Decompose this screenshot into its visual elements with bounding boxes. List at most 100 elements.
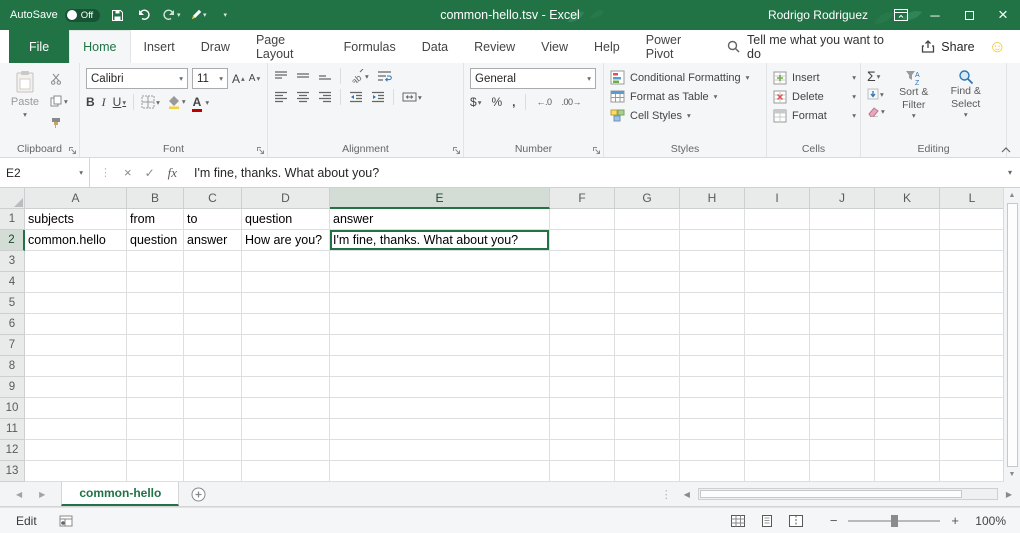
paste-button[interactable]: Paste ▾ [6,68,44,131]
cell-C7[interactable] [184,335,242,356]
cell-L3[interactable] [940,251,1003,272]
comma-style-button[interactable]: , [512,95,515,109]
cell-G10[interactable] [615,398,680,419]
row-header-6[interactable]: 6 [0,314,25,335]
cell-K13[interactable] [875,461,940,482]
row-header-12[interactable]: 12 [0,440,25,461]
tab-file[interactable]: File [9,30,69,63]
percent-style-button[interactable]: % [491,95,502,109]
zoom-slider-thumb[interactable] [891,515,898,527]
share-button[interactable]: Share [907,30,988,63]
cell-G9[interactable] [615,377,680,398]
new-sheet-button[interactable] [179,482,218,506]
cell-H9[interactable] [680,377,745,398]
cell-A13[interactable] [25,461,127,482]
cell-H10[interactable] [680,398,745,419]
tab-draw[interactable]: Draw [188,30,243,63]
cell-G2[interactable] [615,230,680,251]
cell-F7[interactable] [550,335,615,356]
row-header-9[interactable]: 9 [0,377,25,398]
cell-L11[interactable] [940,419,1003,440]
cell-G1[interactable] [615,209,680,230]
cell-A3[interactable] [25,251,127,272]
cell-K10[interactable] [875,398,940,419]
wrap-text-button[interactable] [377,70,392,82]
cell-A2[interactable]: common.hello [25,230,127,251]
tab-formulas[interactable]: Formulas [331,30,409,63]
cell-B2[interactable]: question [127,230,184,251]
cell-F2[interactable] [550,230,615,251]
cell-K6[interactable] [875,314,940,335]
splitter-handle-icon[interactable]: ⋮ [661,488,672,501]
cell-B6[interactable] [127,314,184,335]
cell-D9[interactable] [242,377,330,398]
cell-B10[interactable] [127,398,184,419]
cell-G4[interactable] [615,272,680,293]
undo-button[interactable] [134,4,154,26]
row-header-2[interactable]: 2 [0,230,25,251]
zoom-out-button[interactable]: − [830,513,838,528]
cell-F4[interactable] [550,272,615,293]
cell-A10[interactable] [25,398,127,419]
cell-E5[interactable] [330,293,550,314]
cell-A6[interactable] [25,314,127,335]
align-center-button[interactable] [296,91,310,103]
cell-J5[interactable] [810,293,875,314]
cell-G6[interactable] [615,314,680,335]
align-bottom-button[interactable] [318,70,332,82]
borders-button[interactable]: ▾ [141,95,160,109]
enter-button[interactable]: ✓ [145,166,155,180]
orientation-button[interactable]: ab▾ [349,69,369,83]
sort-filter-button[interactable]: AZ Sort & Filter ▾ [891,68,937,120]
cell-I4[interactable] [745,272,810,293]
tab-review[interactable]: Review [461,30,528,63]
cell-E11[interactable] [330,419,550,440]
alignment-dialog-launcher[interactable] [452,146,461,155]
column-header-G[interactable]: G [615,188,680,209]
cell-E2[interactable]: I'm fine, thanks. What about you? [330,230,550,251]
tell-me-box[interactable]: Tell me what you want to do [717,30,907,63]
horizontal-scroll-thumb[interactable] [700,490,962,498]
cell-D12[interactable] [242,440,330,461]
cell-J2[interactable] [810,230,875,251]
cell-I12[interactable] [745,440,810,461]
cell-L6[interactable] [940,314,1003,335]
cell-H3[interactable] [680,251,745,272]
cell-K5[interactable] [875,293,940,314]
align-top-button[interactable] [274,70,288,82]
copy-button[interactable]: ▾ [50,93,68,109]
cell-I9[interactable] [745,377,810,398]
next-sheet-button[interactable]: ▶ [39,490,45,499]
cell-E12[interactable] [330,440,550,461]
cell-F3[interactable] [550,251,615,272]
cell-H4[interactable] [680,272,745,293]
name-box[interactable]: E2 ▾ [0,158,90,187]
cell-A1[interactable]: subjects [25,209,127,230]
cell-I11[interactable] [745,419,810,440]
collapse-ribbon-button[interactable] [1001,147,1011,153]
cell-D2[interactable]: How are you? [242,230,330,251]
cell-E13[interactable] [330,461,550,482]
cell-C5[interactable] [184,293,242,314]
autosum-button[interactable]: Σ▾ [867,69,885,83]
autosave-toggle[interactable]: Off [65,9,101,22]
increase-decimal-button[interactable]: ←.0 [536,97,551,107]
cell-I5[interactable] [745,293,810,314]
number-dialog-launcher[interactable] [592,146,601,155]
cell-C3[interactable] [184,251,242,272]
cell-I8[interactable] [745,356,810,377]
cell-E6[interactable] [330,314,550,335]
insert-function-button[interactable]: fx [168,165,177,181]
cell-B11[interactable] [127,419,184,440]
font-size-combo[interactable]: 11▾ [192,68,228,89]
cell-G5[interactable] [615,293,680,314]
cell-B9[interactable] [127,377,184,398]
customize-qat-button[interactable]: ▾ [215,4,235,26]
column-header-F[interactable]: F [550,188,615,209]
cell-D7[interactable] [242,335,330,356]
cell-I13[interactable] [745,461,810,482]
cell-D10[interactable] [242,398,330,419]
cell-J9[interactable] [810,377,875,398]
cell-J7[interactable] [810,335,875,356]
cell-J8[interactable] [810,356,875,377]
